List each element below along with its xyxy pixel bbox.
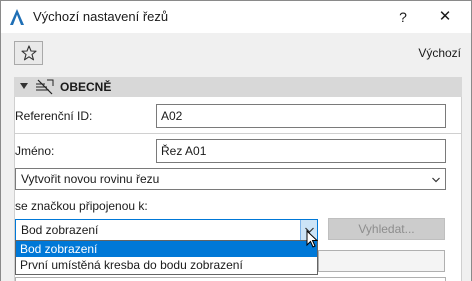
chevron-down-icon [432,177,440,183]
name-input[interactable]: Řez A01 [156,139,446,163]
title-bar: Výchozí nastavení řezů ? ✕ [1,1,471,33]
help-button[interactable]: ? [385,6,421,28]
favorites-button[interactable] [14,41,43,65]
default-settings-label: Výchozí [418,46,461,60]
section-title: OBECNĚ [60,80,112,94]
dropdown-option[interactable]: První umístěná kresba do bodu zobrazení [16,257,317,273]
archicad-app-icon [10,9,24,25]
section-mode-select[interactable]: Vytvořit novou rovinu řezu [15,168,446,190]
linked-marker-value: Bod zobrazení [21,223,99,237]
linked-marker-options: Bod zobrazení První umístěná kresba do b… [15,240,318,275]
hidden-field-bottom [15,277,446,281]
section-header-general[interactable]: OBECNĚ [14,77,462,97]
collapse-arrow-icon[interactable] [20,83,28,89]
ref-id-label: Referenční ID: [15,109,93,123]
ref-id-input[interactable]: A02 [156,104,446,128]
hidden-field [318,250,445,272]
star-icon [20,45,37,61]
linked-marker-label: se značkou připojenou k: [15,199,148,213]
window-title: Výchozí nastavení řezů [33,9,169,24]
close-button[interactable]: ✕ [427,6,463,28]
dropdown-option[interactable]: Bod zobrazení [16,241,317,257]
dialog-window: Výchozí nastavení řezů ? ✕ Výchozí OBECN… [0,0,472,281]
name-label: Jméno: [15,144,55,158]
divider [15,133,461,134]
search-button[interactable]: Vyhledat... [328,218,445,240]
linked-marker-select[interactable]: Bod zobrazení [15,219,318,241]
section-tool-icon [36,79,54,95]
mouse-cursor-icon [306,230,318,248]
section-mode-value: Vytvořit novou rovinu řezu [21,172,160,186]
